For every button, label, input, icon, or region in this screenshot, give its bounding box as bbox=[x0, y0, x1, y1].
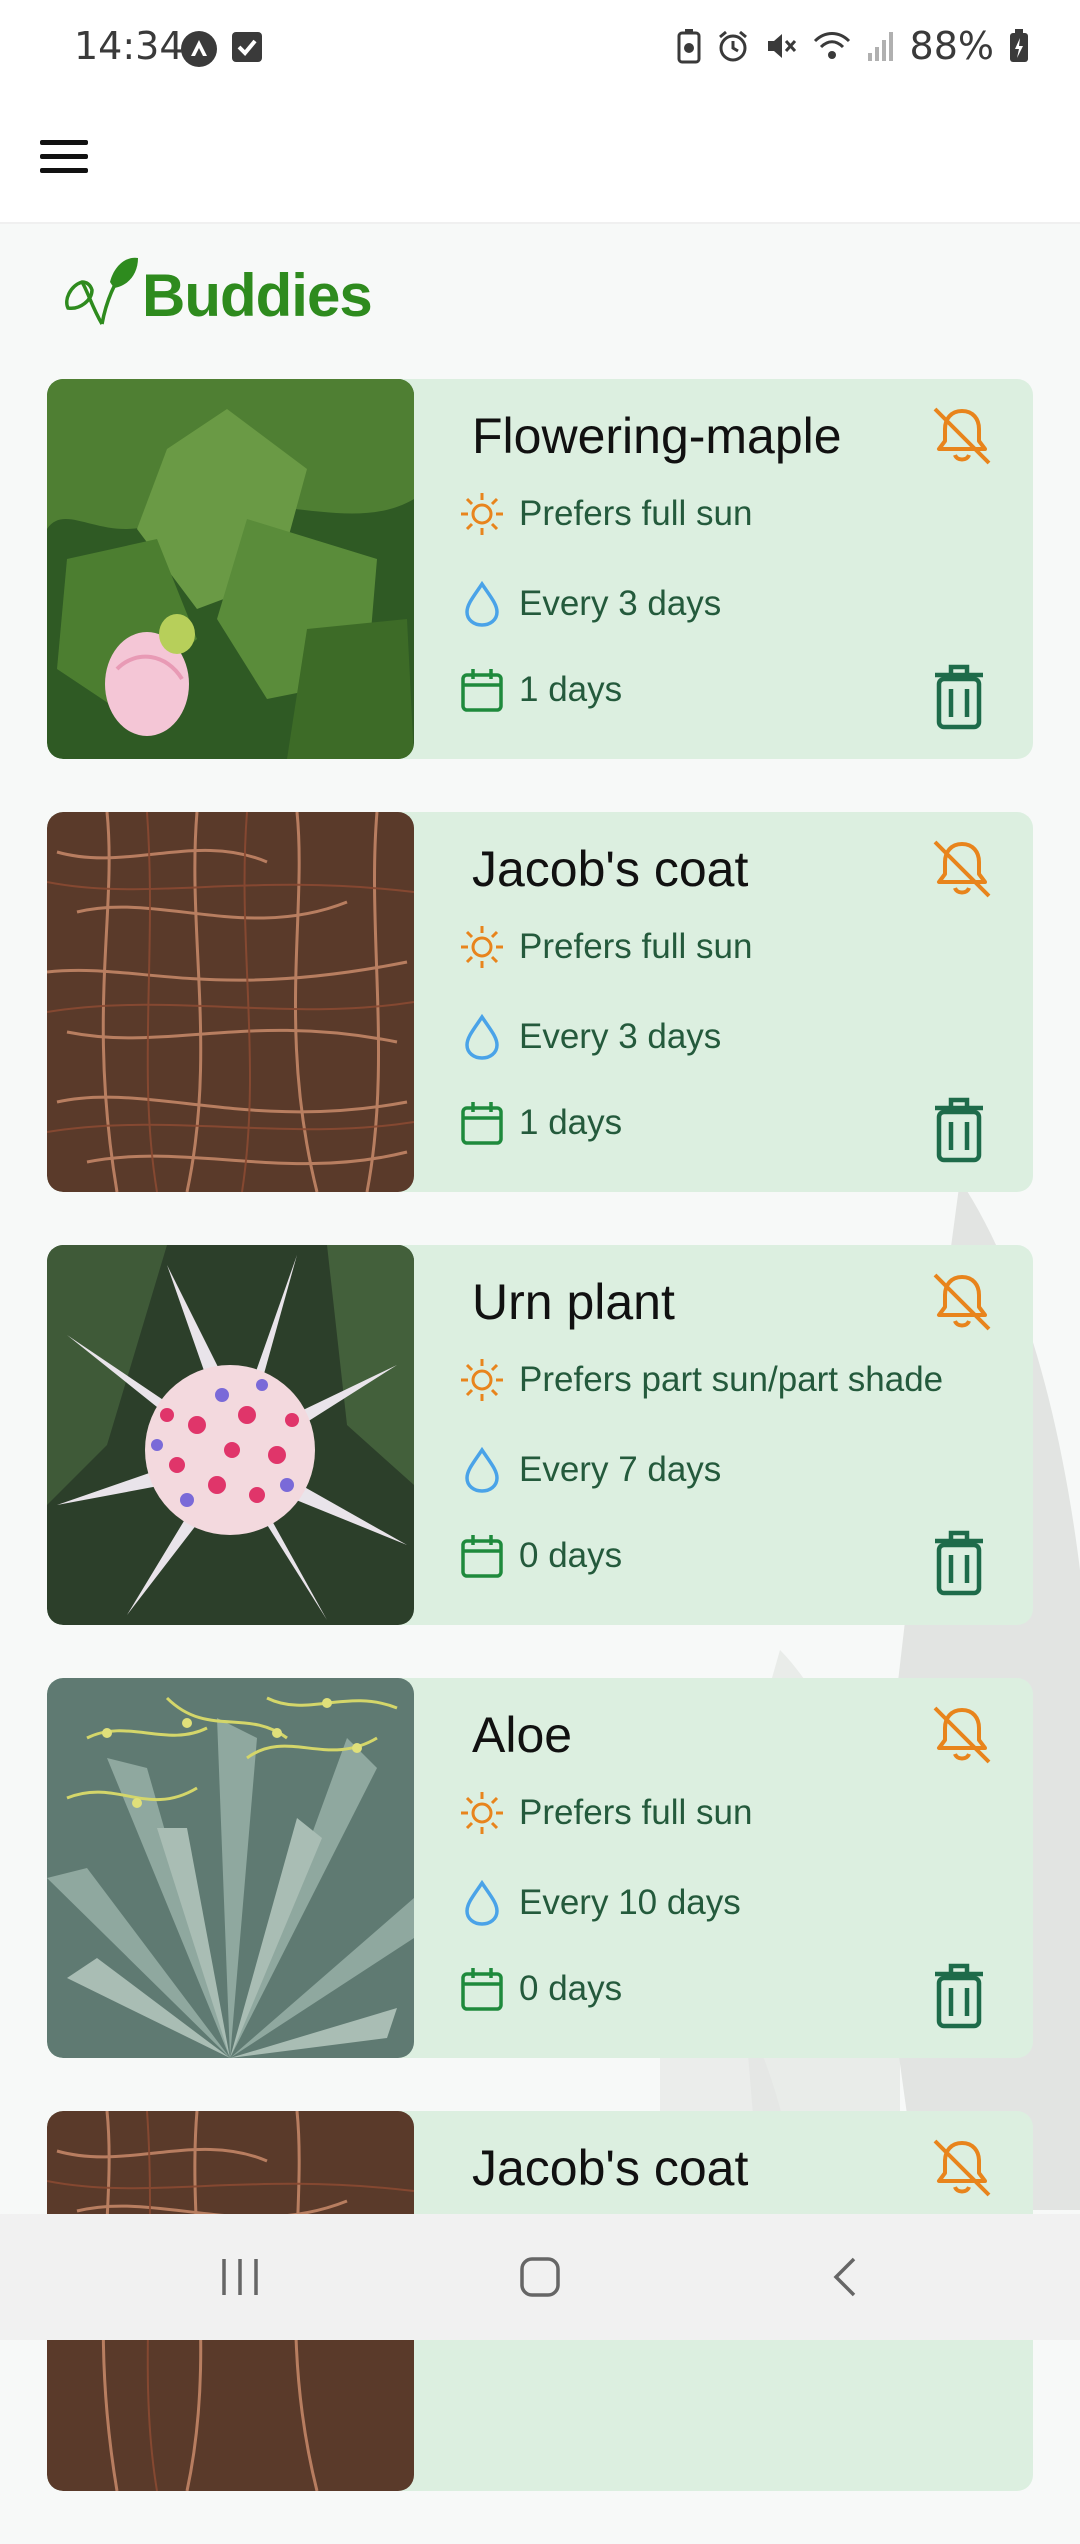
plant-card[interactable]: Urn plant Prefers part sun/part shade Ev… bbox=[47, 1245, 1033, 1625]
app-bar bbox=[0, 96, 1080, 224]
water-drop-icon bbox=[457, 1445, 507, 1495]
back-button[interactable] bbox=[805, 2242, 885, 2312]
days-since-watering-row: 0 days bbox=[457, 1531, 622, 1581]
sun-preference-text: Prefers full sun bbox=[519, 494, 753, 533]
jacobs-coat-photo bbox=[47, 812, 414, 1192]
flowering-maple-photo bbox=[47, 379, 414, 759]
home-button[interactable] bbox=[500, 2242, 580, 2312]
mute-icon bbox=[767, 34, 796, 58]
aloe-photo bbox=[47, 1678, 414, 2058]
bell-off-icon[interactable] bbox=[927, 2133, 997, 2203]
water-drop-icon bbox=[457, 1878, 507, 1928]
watering-frequency-text: Every 3 days bbox=[519, 1017, 722, 1056]
back-icon bbox=[833, 2257, 856, 2297]
days-since-watering-row: 1 days bbox=[457, 1098, 622, 1148]
plant-name: Jacob's coat bbox=[472, 841, 749, 897]
leaf-logo-icon bbox=[65, 257, 138, 325]
bell-off-icon[interactable] bbox=[927, 1267, 997, 1337]
plant-name: Aloe bbox=[472, 1707, 573, 1763]
status-bar: 14:34 88% bbox=[0, 0, 1080, 96]
wifi-icon bbox=[813, 32, 850, 59]
sun-icon bbox=[457, 1355, 507, 1405]
plant-name: Flowering-maple bbox=[472, 408, 842, 464]
bell-off-icon[interactable] bbox=[927, 401, 997, 471]
days-since-watering-text: 1 days bbox=[519, 670, 623, 709]
trash-icon[interactable] bbox=[927, 1094, 991, 1166]
plant-card[interactable]: Jacob's coat Prefers full sun Every 3 da… bbox=[47, 812, 1033, 1192]
sun-preference-row: Prefers full sun bbox=[457, 489, 752, 539]
urn-plant-photo bbox=[47, 1245, 414, 1625]
days-since-watering-row: 1 days bbox=[457, 665, 622, 715]
watering-frequency-row: Every 7 days bbox=[457, 1445, 721, 1495]
status-time: 14:34 bbox=[74, 24, 184, 68]
sun-preference-text: Prefers part sun/part shade bbox=[519, 1360, 944, 1399]
sun-preference-row: Prefers full sun bbox=[457, 1788, 752, 1838]
calendar-icon bbox=[457, 1531, 507, 1581]
calendar-icon bbox=[457, 1964, 507, 2014]
calendar-icon bbox=[457, 665, 507, 715]
trash-icon[interactable] bbox=[927, 1960, 991, 2032]
battery-charging-icon bbox=[1010, 29, 1028, 62]
bell-off-icon[interactable] bbox=[927, 834, 997, 904]
sun-icon bbox=[457, 1788, 507, 1838]
calendar-icon bbox=[457, 1098, 507, 1148]
brand-name: Buddies bbox=[142, 262, 373, 329]
system-navigation-bar bbox=[0, 2214, 1080, 2340]
hamburger-menu-icon[interactable] bbox=[40, 126, 100, 186]
checkbox-notification-icon bbox=[232, 32, 262, 62]
navigation-app-icon bbox=[181, 31, 217, 67]
brand-header: Buddies bbox=[62, 252, 373, 332]
watering-frequency-text: Every 7 days bbox=[519, 1450, 722, 1489]
battery-percentage: 88% bbox=[909, 24, 994, 68]
status-notification-icons bbox=[180, 30, 264, 68]
days-since-watering-row: 0 days bbox=[457, 1964, 622, 2014]
days-since-watering-text: 1 days bbox=[519, 1103, 623, 1142]
plant-card[interactable]: Flowering-maple Prefers full sun Every 3… bbox=[47, 379, 1033, 759]
alarm-icon bbox=[718, 30, 747, 62]
trash-icon[interactable] bbox=[927, 661, 991, 733]
days-since-watering-text: 0 days bbox=[519, 1969, 623, 2008]
battery-saver-icon bbox=[677, 29, 701, 64]
sun-preference-row: Prefers part sun/part shade bbox=[457, 1355, 943, 1405]
recent-apps-button[interactable] bbox=[200, 2242, 280, 2312]
sun-preference-text: Prefers full sun bbox=[519, 1793, 753, 1832]
plant-name: Jacob's coat bbox=[472, 2140, 749, 2196]
watering-frequency-row: Every 3 days bbox=[457, 1012, 721, 1062]
days-since-watering-text: 0 days bbox=[519, 1536, 623, 1575]
plant-name: Urn plant bbox=[472, 1274, 675, 1330]
signal-icon bbox=[867, 32, 893, 61]
trash-icon[interactable] bbox=[927, 1527, 991, 1599]
bell-off-icon[interactable] bbox=[927, 1700, 997, 1770]
watering-frequency-row: Every 3 days bbox=[457, 579, 721, 629]
watering-frequency-text: Every 10 days bbox=[519, 1883, 741, 1922]
sun-icon bbox=[457, 489, 507, 539]
water-drop-icon bbox=[457, 1012, 507, 1062]
water-drop-icon bbox=[457, 579, 507, 629]
sun-preference-text: Prefers full sun bbox=[519, 927, 753, 966]
sun-icon bbox=[457, 922, 507, 972]
watering-frequency-row: Every 10 days bbox=[457, 1878, 741, 1928]
plant-card[interactable]: Aloe Prefers full sun Every 10 days 0 da… bbox=[47, 1678, 1033, 2058]
sun-preference-row: Prefers full sun bbox=[457, 922, 752, 972]
watering-frequency-text: Every 3 days bbox=[519, 584, 722, 623]
home-icon bbox=[520, 2257, 560, 2297]
status-system-icons: 88% bbox=[676, 24, 1030, 68]
recent-apps-icon bbox=[222, 2259, 258, 2295]
